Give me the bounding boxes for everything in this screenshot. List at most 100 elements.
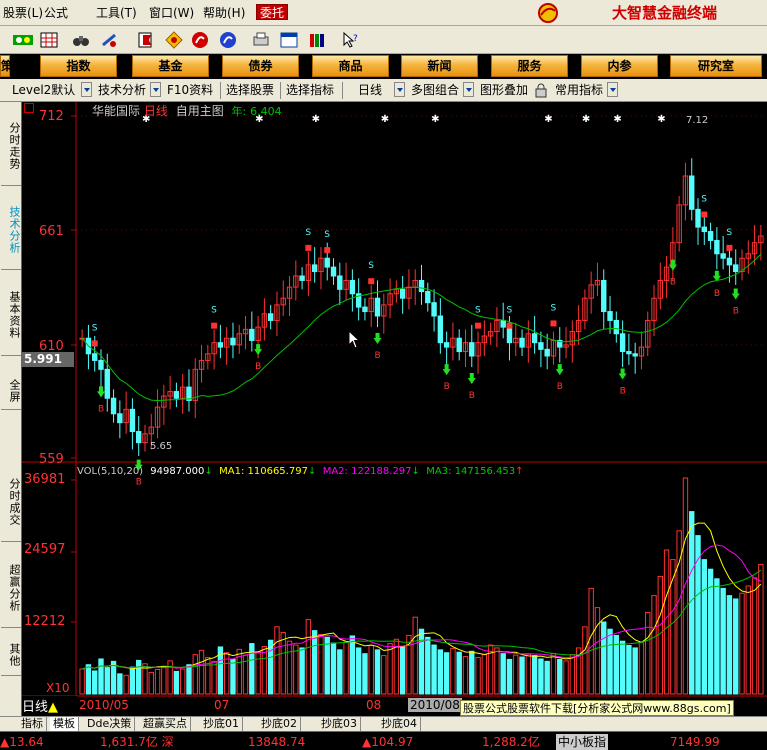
- volume-bar: [531, 655, 538, 695]
- tab-multi-chart-dropdown[interactable]: [463, 82, 474, 97]
- tab-multi-chart[interactable]: 多图组合: [411, 82, 459, 99]
- nav-button-insider[interactable]: 内参: [581, 55, 658, 77]
- alert-icon[interactable]: [100, 31, 118, 49]
- lock-icon[interactable]: [534, 83, 548, 98]
- tab-common-indicators-dropdown[interactable]: [607, 82, 618, 97]
- ad-banner[interactable]: 股票公式股票软件下载[分析家公式网www.88gs.com]: [460, 700, 734, 716]
- sidebar-item-trades[interactable]: 分时成交: [1, 460, 21, 542]
- candle-body: [362, 306, 368, 313]
- volume-bar: [431, 644, 437, 695]
- dde-icon[interactable]: [12, 31, 34, 49]
- help-cursor-icon[interactable]: ?: [342, 31, 360, 49]
- sell-signal-label: S: [305, 228, 311, 238]
- candle-body: [538, 342, 544, 350]
- menu-trade[interactable]: 委托: [256, 4, 289, 20]
- bottom-tab[interactable]: 抄底02: [258, 717, 301, 731]
- tab-technical-dropdown[interactable]: [150, 82, 161, 97]
- nav-button-fund[interactable]: 基金: [132, 55, 209, 77]
- tab-overlay[interactable]: 图形叠加: [480, 82, 528, 99]
- candle-body: [374, 297, 381, 317]
- tab-level2[interactable]: Level2默认: [12, 82, 75, 99]
- menu-formula[interactable]: 公式: [44, 5, 68, 21]
- nav-button-strategy[interactable]: 策: [0, 55, 13, 77]
- kline-chart-area[interactable]: B B B B B B B B B B B S S S S S S S S S S ✱ ✱ ✱ ✱ ✱ ✱ ✱ ✱ ✱ 华能国际 日线 自…: [22, 102, 767, 720]
- tab-daily[interactable]: 日线: [358, 82, 382, 99]
- status-item: 7149.99: [670, 735, 720, 749]
- close-chart-icon[interactable]: [24, 103, 34, 113]
- sell-marker: [91, 340, 98, 347]
- sidebar-item-super-win[interactable]: 超赢分析: [1, 546, 21, 628]
- period-switch[interactable]: 日线▲: [22, 696, 77, 715]
- kline-chart-svg[interactable]: BBBBBBB BBBBSSS SSS S SSS✱ ✱ ✱ ✱ ✱ ✱ ✱ ✱ ✱: [22, 102, 767, 720]
- sidebar-item-other[interactable]: 其他: [1, 632, 21, 676]
- bottom-tab[interactable]: 抄底03: [318, 717, 361, 731]
- grid-icon[interactable]: [40, 31, 58, 49]
- bottom-tab[interactable]: 超赢买点: [140, 717, 191, 731]
- logo-blue-icon[interactable]: [219, 31, 237, 49]
- tab-level2-dropdown[interactable]: [81, 82, 92, 97]
- sidebar-item-intraday[interactable]: 分时走势: [1, 104, 21, 186]
- bottom-tab[interactable]: 抄底01: [200, 717, 243, 731]
- tab-select-indicator[interactable]: 选择指标: [286, 82, 334, 99]
- volume-bar: [425, 636, 431, 695]
- nav-button-bond[interactable]: 债券: [222, 55, 299, 77]
- sidebar-item-fundamentals[interactable]: 基本资料: [1, 272, 21, 356]
- nav-button-commodity[interactable]: 商品: [312, 55, 389, 77]
- nav-button-research[interactable]: 研究室: [670, 55, 762, 77]
- volume-bar: [601, 621, 607, 695]
- menu-tools[interactable]: 工具(T): [96, 5, 137, 21]
- chart-period: 日线: [143, 104, 168, 118]
- bookmark-icon[interactable]: [137, 31, 155, 49]
- volume-bar: [701, 559, 707, 695]
- bottom-tab[interactable]: 模板: [50, 717, 79, 731]
- bottom-tab[interactable]: 指标: [18, 717, 47, 731]
- top-marker: ✱: [613, 114, 621, 125]
- candle-body: [632, 353, 638, 357]
- buy-signal-label: B: [670, 278, 676, 288]
- nav-button-news[interactable]: 新闻: [401, 55, 478, 77]
- bottom-tab[interactable]: 抄底04: [378, 717, 421, 731]
- logo-red-icon[interactable]: [191, 31, 209, 49]
- candle-body: [98, 359, 104, 370]
- diamond-icon[interactable]: [165, 31, 183, 49]
- menu-stock[interactable]: 股票(L): [3, 5, 43, 21]
- sidebar-item-technical[interactable]: 技术分析: [1, 188, 21, 270]
- nav-button-index[interactable]: 指数: [40, 55, 117, 77]
- volume-bar: [538, 658, 544, 695]
- menu-help[interactable]: 帮助(H): [203, 5, 245, 21]
- sidebar-item-fullscreen[interactable]: 全屏: [1, 370, 21, 410]
- vol-tick: 12212: [24, 614, 66, 629]
- buy-arrow-icon: [442, 364, 451, 376]
- candle-body: [519, 337, 525, 348]
- volume-bar: [154, 669, 161, 695]
- tab-technical[interactable]: 技术分析: [98, 82, 146, 99]
- window-icon[interactable]: [280, 31, 298, 49]
- volume-bar: [638, 641, 645, 695]
- tab-select-stock[interactable]: 选择股票: [226, 82, 274, 99]
- volume-bar: [324, 636, 330, 695]
- menu-window[interactable]: 窗口(W): [149, 5, 194, 21]
- sell-signal-label: S: [701, 195, 707, 205]
- top-marker: ✱: [582, 114, 590, 125]
- candle-body: [425, 291, 431, 304]
- print-icon[interactable]: [252, 31, 270, 49]
- books-icon[interactable]: [308, 31, 326, 49]
- sell-marker: [550, 320, 557, 327]
- sell-marker: [475, 322, 482, 329]
- nav-button-service[interactable]: 服务: [491, 55, 568, 77]
- date-label: 07: [214, 698, 230, 712]
- bottom-tab[interactable]: Dde决策: [84, 717, 136, 731]
- tab-common-indicators[interactable]: 常用指标: [555, 82, 603, 99]
- candle-body: [129, 408, 136, 433]
- sell-marker: [726, 244, 733, 251]
- binoculars-icon[interactable]: [72, 31, 90, 49]
- volume-bar: [663, 549, 670, 695]
- tab-f10[interactable]: F10资料: [167, 82, 213, 99]
- sell-marker: [506, 322, 513, 329]
- vol-tick: 24597: [24, 542, 66, 557]
- tab-daily-dropdown[interactable]: [394, 82, 405, 97]
- chart-template[interactable]: 自用主图: [176, 104, 224, 118]
- status-item: 中小板指: [556, 734, 609, 750]
- svg-text:?: ?: [353, 34, 358, 44]
- volume-bar: [173, 670, 180, 695]
